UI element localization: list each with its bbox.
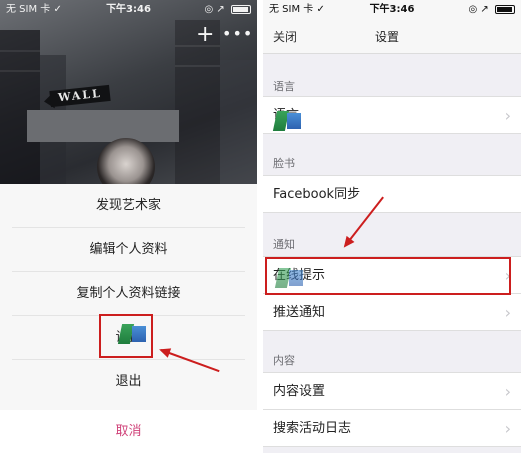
watermark-blue-part <box>289 270 303 286</box>
status-bar: 无 SIM 卡 ✓ 下午3:46 ◎ ↗ <box>0 0 257 20</box>
profile-cover-image: WALL 无 SIM 卡 ✓ 下午3:46 ◎ ↗ + ••• <box>0 0 257 184</box>
section-header-facebook: 脸书 <box>273 157 295 170</box>
battery-icon <box>231 4 251 14</box>
menu-item-copy-profile-link[interactable]: 复制个人资料链接 <box>12 272 245 316</box>
row-label: Facebook同步 <box>273 187 361 202</box>
navigation-bar: 关闭 设置 <box>263 20 521 54</box>
left-phone-screen: WALL 无 SIM 卡 ✓ 下午3:46 ◎ ↗ + ••• 发现艺术家 编辑… <box>0 0 257 453</box>
window-line <box>0 70 40 72</box>
chevron-right-icon: › <box>504 106 511 125</box>
section-header-content: 内容 <box>273 354 295 367</box>
settings-row-search-activity-log[interactable]: 搜索活动日志 › <box>263 409 521 447</box>
settings-row-content-settings[interactable]: 内容设置 › <box>263 372 521 410</box>
watermark-blue-part <box>132 326 146 342</box>
section-header-notifications: 通知 <box>273 238 295 251</box>
cancel-button[interactable]: 取消 <box>0 410 257 453</box>
status-bar: 无 SIM 卡 ✓ 下午3:46 ◎ ↗ <box>263 0 521 20</box>
settings-row-language[interactable]: 语言 › <box>263 96 521 134</box>
menu-item-discover-artists[interactable]: 发现艺术家 <box>12 184 245 228</box>
more-options-button[interactable]: ••• <box>222 26 253 42</box>
window-line <box>175 65 220 67</box>
section-header-language: 语言 <box>273 80 295 93</box>
add-button[interactable]: + <box>196 24 214 46</box>
avatar[interactable] <box>97 138 155 184</box>
watermark-logo <box>274 268 303 288</box>
close-button[interactable]: 关闭 <box>273 28 297 45</box>
status-icons-text: ◎ ↗ <box>204 4 225 15</box>
settings-row-push-notifications[interactable]: 推送通知 › <box>263 293 521 331</box>
chevron-right-icon: › <box>504 382 511 401</box>
window-line <box>0 50 40 52</box>
settings-row-facebook-sync[interactable]: Facebook同步 <box>263 175 521 213</box>
page-title: 设置 <box>375 30 400 44</box>
redacted-username <box>27 110 179 142</box>
battery-icon <box>495 4 515 14</box>
row-label: 内容设置 <box>273 384 326 399</box>
action-sheet: 发现艺术家 编辑个人资料 复制个人资料链接 设置 退出 取消 <box>0 184 257 453</box>
status-icons-text: ◎ ↗ <box>468 4 489 15</box>
status-icons: ◎ ↗ <box>469 0 515 20</box>
chevron-right-icon: › <box>504 303 511 322</box>
row-label: 搜索活动日志 <box>273 421 352 436</box>
chevron-right-icon: › <box>504 419 511 438</box>
right-phone-screen: 无 SIM 卡 ✓ 下午3:46 ◎ ↗ 关闭 设置 语言 语言 › 脸书 Fa… <box>263 0 521 453</box>
row-label: 推送通知 <box>273 305 326 320</box>
menu-item-edit-profile[interactable]: 编辑个人资料 <box>12 228 245 272</box>
watermark-logo <box>272 111 301 131</box>
watermark-logo <box>117 324 146 344</box>
building-shape <box>220 60 257 184</box>
status-icons: ◎ ↗ <box>205 0 251 20</box>
watermark-blue-part <box>287 113 301 129</box>
building-shape <box>0 30 40 184</box>
